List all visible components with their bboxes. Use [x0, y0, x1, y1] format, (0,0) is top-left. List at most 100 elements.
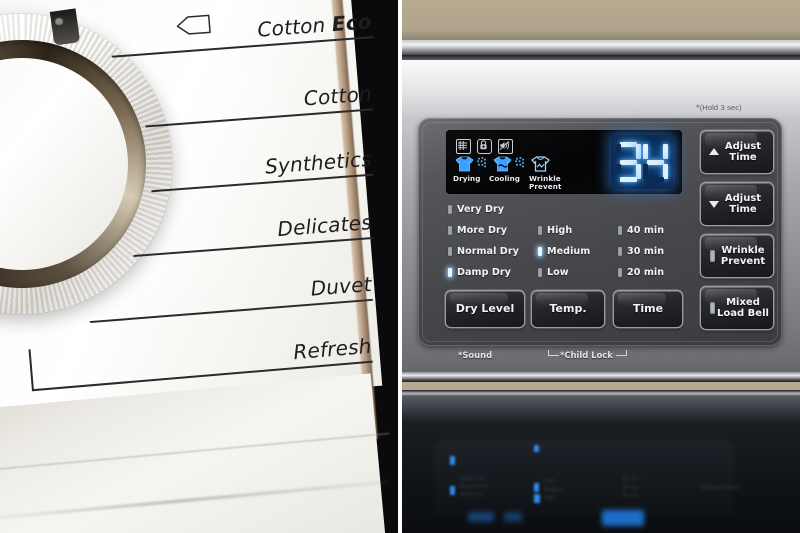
dry-level-button[interactable]: Dry Level [446, 291, 524, 327]
button-gloss [450, 293, 508, 307]
eco-bold: Eco [330, 9, 373, 37]
led-very-dry [448, 205, 452, 214]
reflected-text-1: Damp Dry [460, 476, 486, 482]
indicator-damp-dry[interactable]: Damp Dry [448, 267, 511, 278]
program-list: Cotton Eco Cotton Synthetics Delicates D… [0, 0, 400, 533]
label-40-min: 40 min [627, 225, 665, 236]
indicator-30-min[interactable]: 30 min [618, 246, 664, 257]
screenshot-root: Cotton Eco Cotton Synthetics Delicates D… [0, 0, 800, 533]
program-row-refresh[interactable]: Refresh [28, 329, 373, 392]
eco-leaf-pentagon-icon [176, 14, 211, 35]
shirt-icon-drying [455, 156, 474, 172]
reflected-text-8: 30 min [622, 485, 640, 491]
label-normal-dry: Normal Dry [457, 246, 519, 257]
button-gloss [705, 133, 757, 149]
reflected-text-2: Normal Dry [460, 484, 490, 490]
button-gloss [705, 185, 757, 201]
mixed-load-bell-button[interactable]: Mixed Load Bell [701, 287, 773, 329]
reflected-text-10: Wrinkle Prevent [700, 485, 742, 491]
wrinkle-line-2: Prevent [529, 182, 562, 192]
display-digit-ones [643, 142, 668, 182]
program-label-delicates: Delicates [276, 210, 373, 242]
reflected-led-5 [534, 494, 540, 503]
program-row-synthetics[interactable]: Synthetics [149, 142, 373, 193]
label-damp-dry: Damp Dry [457, 267, 511, 278]
program-underline-synthetics [151, 173, 373, 193]
program-label-cotton: Cotton [302, 81, 373, 111]
dryer-panel: *(Hold 3 sec) Drying Cooling Wrinkle Pre… [400, 0, 800, 533]
reflected-led-4 [534, 483, 539, 492]
led-damp-dry [448, 268, 452, 277]
button-gloss [536, 293, 588, 307]
reflected-button-glow-1 [468, 512, 494, 522]
temp-button[interactable]: Temp. [532, 291, 604, 327]
led-high [538, 226, 542, 235]
indicator-medium[interactable]: Medium [538, 246, 590, 257]
program-underline-delicates [133, 236, 373, 257]
sound-footnote: *Sound [458, 350, 493, 360]
label-high: High [547, 225, 573, 236]
led-20-min [618, 268, 622, 277]
time-button[interactable]: Time [614, 291, 682, 327]
wrinkle-prevent-button[interactable]: Wrinkle Prevent [701, 235, 773, 277]
sound-mute-icon [498, 139, 513, 154]
shirt-icon-cooling [493, 156, 512, 172]
arrow-down-icon [709, 201, 719, 208]
indicator-very-dry[interactable]: Very Dry [448, 204, 504, 215]
hold-3-sec-text: (Hold 3 sec) [699, 103, 742, 112]
reflected-text-6: High [544, 495, 556, 501]
led-medium [538, 247, 542, 256]
indicator-normal-dry[interactable]: Normal Dry [448, 246, 519, 257]
reflected-text-3: More Dry [460, 492, 484, 498]
reflected-led-2 [450, 486, 455, 495]
adjust-down-line-2: Time [729, 204, 757, 215]
label-more-dry: More Dry [457, 225, 508, 236]
dryer-top-rail [400, 40, 800, 56]
reflected-led-1 [450, 456, 455, 465]
button-gloss [618, 293, 666, 307]
program-row-delicates[interactable]: Delicates [131, 205, 373, 257]
adjust-time-down-button[interactable]: Adjust Time [701, 183, 773, 225]
indicator-20-min[interactable]: 20 min [618, 267, 664, 278]
program-row-cotton[interactable]: Cotton [143, 77, 373, 128]
reflected-text-4: Low [544, 478, 555, 484]
airflow-wave-icon-1 [477, 157, 486, 168]
label-low: Low [547, 267, 569, 278]
wrinkle-btn-line-2: Prevent [720, 256, 766, 267]
reflected-led-3 [534, 445, 539, 452]
reflected-text-9: 40 min [622, 493, 640, 499]
program-bracket-cap [28, 349, 35, 392]
indicator-high[interactable]: High [538, 225, 572, 236]
glass-sheen [400, 396, 800, 422]
stage-label-cooling: Cooling [489, 174, 521, 183]
reflected-button-glow-2 [504, 512, 522, 522]
airflow-wave-icon-2 [515, 157, 524, 168]
adjust-up-line-2: Time [729, 152, 757, 163]
child-lock-bracket-right [616, 350, 627, 356]
program-row-duvet[interactable]: Duvet [87, 267, 373, 324]
indicator-more-dry[interactable]: More Dry [448, 225, 507, 236]
stage-label-drying: Drying [453, 174, 481, 183]
led-40-min [618, 226, 622, 235]
indicator-low[interactable]: Low [538, 267, 569, 278]
child-lock-bracket-left [548, 350, 559, 356]
arrow-up-icon [709, 148, 719, 155]
led-more-dry [448, 226, 452, 235]
program-label-refresh: Refresh [292, 333, 373, 365]
control-console: Drying Cooling Wrinkle Prevent Very Dry … [418, 118, 782, 346]
led-30-min [618, 247, 622, 256]
program-underline-cotton [145, 108, 373, 128]
led-low [538, 268, 542, 277]
reflected-text-7: 20 min [622, 476, 640, 482]
status-display: Drying Cooling Wrinkle Prevent [446, 130, 682, 194]
washer-panel: Cotton Eco Cotton Synthetics Delicates D… [0, 0, 400, 533]
indicator-40-min[interactable]: 40 min [618, 225, 664, 236]
stage-label-wrinkle-prevent: Wrinkle Prevent [529, 174, 562, 192]
mixed-line-2: Load Bell [717, 308, 769, 319]
adjust-time-up-button[interactable]: Adjust Time [701, 131, 773, 173]
child-lock-icon [477, 139, 492, 154]
led-normal-dry [448, 247, 452, 256]
program-row-cotton-eco[interactable]: Cotton Eco [109, 4, 373, 58]
panel-divider [398, 0, 402, 533]
program-underline-cotton-eco [111, 36, 373, 58]
